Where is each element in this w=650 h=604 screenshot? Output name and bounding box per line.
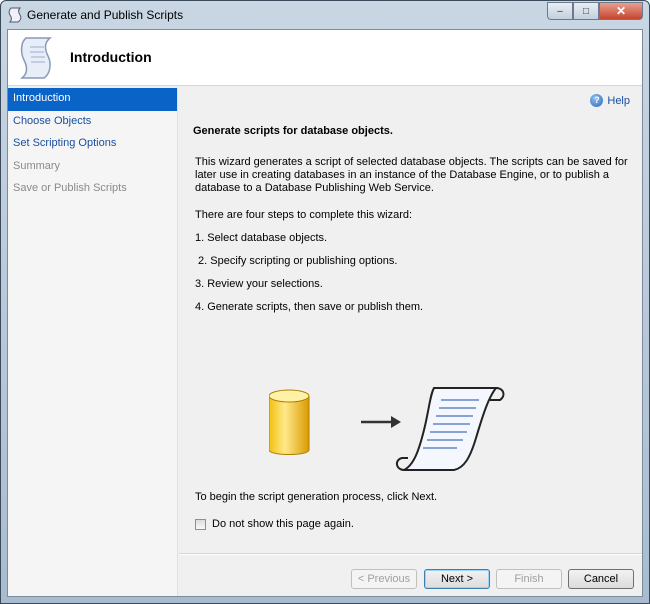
nav-item-set-scripting-options[interactable]: Set Scripting Options <box>8 133 177 156</box>
script-scroll-icon <box>396 387 505 471</box>
checkbox-box[interactable] <box>195 518 206 530</box>
checkbox-label: Do not show this page again. <box>212 518 354 530</box>
database-icon <box>269 389 310 455</box>
cancel-button[interactable]: Cancel <box>568 569 634 589</box>
database-to-script-illustration <box>269 387 505 471</box>
next-button[interactable]: Next > <box>424 569 490 589</box>
step-4: 4. Generate scripts, then save or publis… <box>195 301 424 313</box>
help-icon: ? <box>590 94 604 107</box>
close-button[interactable]: ✕ <box>599 2 643 20</box>
step-1: 1. Select database objects. <box>195 232 328 244</box>
script-scroll-icon <box>19 37 53 79</box>
help-link[interactable]: ? Help <box>590 94 630 107</box>
window-title: Generate and Publish Scripts <box>27 8 184 22</box>
help-label: Help <box>607 94 630 107</box>
step-2: 2. Specify scripting or publishing optio… <box>195 255 398 267</box>
previous-button: < Previous <box>351 569 417 589</box>
wizard-nav: Introduction Choose Objects Set Scriptin… <box>8 88 178 596</box>
title-bar[interactable]: Generate and Publish Scripts – □ ✕ <box>1 1 649 29</box>
maximize-button[interactable]: □ <box>573 2 599 20</box>
begin-instruction: To begin the script generation process, … <box>195 491 438 503</box>
nav-item-save-or-publish: Save or Publish Scripts <box>13 182 127 194</box>
arrow-right-icon <box>361 416 401 428</box>
finish-button: Finish <box>496 569 562 589</box>
do-not-show-checkbox[interactable]: Do not show this page again. <box>195 518 354 530</box>
steps-intro: There are four steps to complete this wi… <box>195 209 413 221</box>
minimize-button[interactable]: – <box>547 2 573 20</box>
footer-divider <box>179 554 642 555</box>
page-title: Introduction <box>70 49 152 65</box>
intro-heading: Generate scripts for database objects. <box>193 125 393 137</box>
scroll-icon <box>8 7 22 23</box>
nav-item-choose-objects[interactable]: Choose Objects <box>8 111 177 134</box>
wizard-header: Introduction <box>8 30 642 86</box>
wizard-body: Introduction Introduction Choose Objects… <box>7 29 643 597</box>
wizard-window: Generate and Publish Scripts – □ ✕ Intro… <box>0 0 650 604</box>
step-3: 3. Review your selections. <box>195 278 323 290</box>
nav-item-introduction[interactable]: Introduction <box>8 88 177 111</box>
nav-item-summary: Summary <box>13 159 61 172</box>
main-panel: ? Help Generate scripts for database obj… <box>179 88 642 554</box>
intro-description: This wizard generates a script of select… <box>195 156 628 194</box>
